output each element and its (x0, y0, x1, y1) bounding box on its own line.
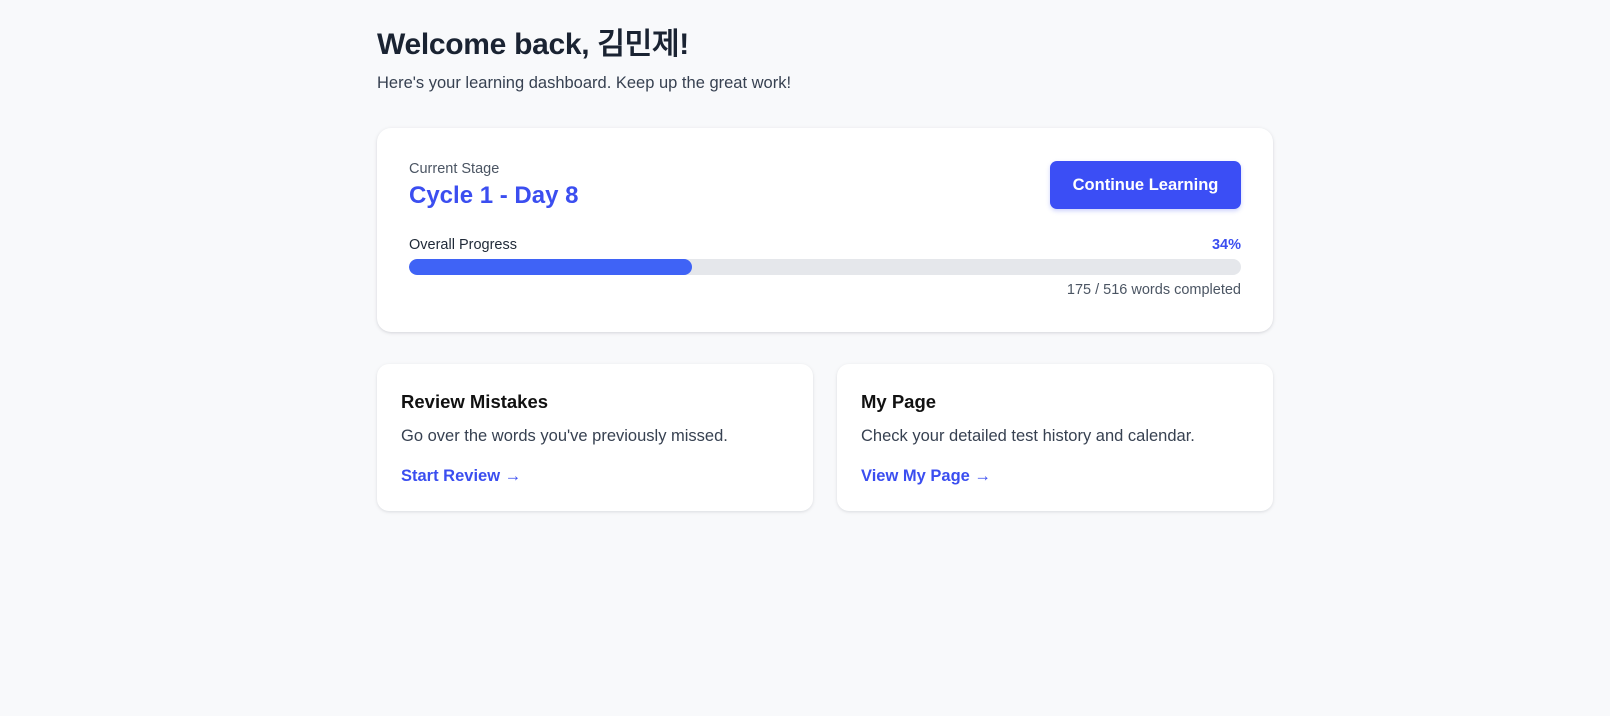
my-page-card: My Page Check your detailed test history… (837, 364, 1273, 511)
current-stage-card: Current Stage Cycle 1 - Day 8 Continue L… (377, 128, 1273, 332)
quick-links-row: Review Mistakes Go over the words you've… (377, 364, 1273, 511)
view-my-page-link[interactable]: View My Page → (861, 465, 991, 487)
stage-info: Current Stage Cycle 1 - Day 8 (409, 160, 578, 211)
dashboard-container: Welcome back, 김민제! Here's your learning … (377, 26, 1273, 511)
words-completed-count: 175 / 516 words completed (1066, 282, 1241, 298)
page-title: Welcome back, 김민제! (377, 28, 689, 61)
progress-bar-track (409, 259, 1241, 275)
start-review-link[interactable]: Start Review → (401, 465, 521, 487)
progress-percent: 34% (1211, 237, 1241, 253)
review-mistakes-description: Go over the words you've previously miss… (401, 427, 728, 445)
stage-value: Cycle 1 - Day 8 (409, 182, 579, 209)
page-subtitle: Here's your learning dashboard. Keep up … (377, 74, 792, 92)
stage-header: Current Stage Cycle 1 - Day 8 Continue L… (409, 160, 1241, 211)
my-page-title: My Page (861, 391, 937, 412)
progress-label: Overall Progress (409, 237, 517, 253)
review-mistakes-card: Review Mistakes Go over the words you've… (377, 364, 813, 511)
progress-bar-fill (409, 259, 692, 275)
my-page-description: Check your detailed test history and cal… (861, 427, 1195, 445)
continue-learning-button[interactable]: Continue Learning (1050, 161, 1241, 209)
progress-header: Overall Progress 34% (409, 237, 1241, 253)
stage-label: Current Stage (409, 161, 500, 177)
review-mistakes-title: Review Mistakes (401, 391, 549, 412)
